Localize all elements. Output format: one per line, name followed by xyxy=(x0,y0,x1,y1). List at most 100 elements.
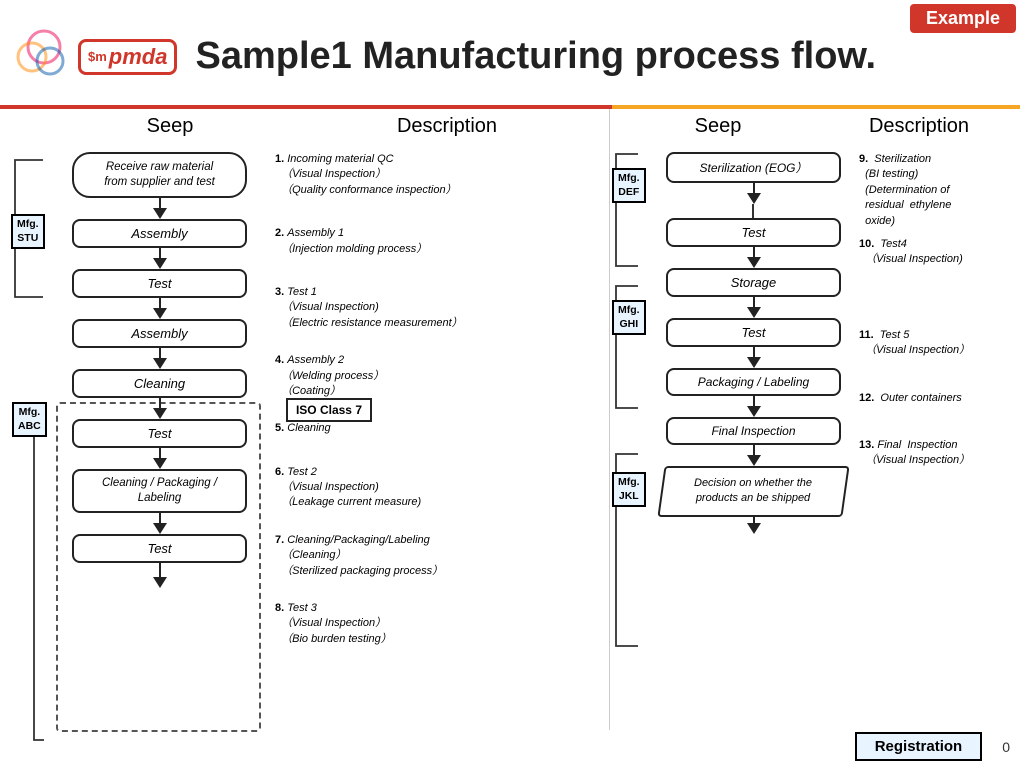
desc-num-8: 8. xyxy=(275,602,284,614)
step-packaging: Packaging / Labeling xyxy=(666,368,841,396)
desc-text-3: Test 1 （Visual Inspection) （Electric res… xyxy=(275,286,463,329)
step-test2: Test xyxy=(72,419,247,448)
arrow-down-3 xyxy=(153,308,167,319)
desc-text-7: Cleaning/Packaging/Labeling （Cleaning） （… xyxy=(275,534,443,577)
step-test3: Test xyxy=(72,534,247,563)
step-final-inspection-wrapper: Final Inspection xyxy=(656,417,851,466)
left-section: Seep Description Mfg.STU xyxy=(0,109,610,749)
r-arrow-line-1 xyxy=(753,183,755,193)
r-desc-text-12: Outer containers xyxy=(877,392,961,404)
step-decision-wrapper: Decision on whether theproducts an be sh… xyxy=(656,466,851,534)
right-flow-area: Mfg.DEF Mfg.GHI Mfg.JKL xyxy=(610,142,1020,749)
mfg-abc-label: Mfg.ABC xyxy=(12,402,47,437)
r-arrow-down-4 xyxy=(747,357,761,368)
step-cleaning-pkg: Cleaning / Packaging /Labeling xyxy=(72,469,247,513)
logo-circles xyxy=(12,29,72,84)
arrow-down-2 xyxy=(153,258,167,269)
r-bracket-gap1 xyxy=(656,204,851,218)
example-badge: Example xyxy=(910,4,1016,33)
r-arrow-line-6 xyxy=(753,445,755,455)
right-seep-header: Seep xyxy=(618,115,818,138)
step-test4: Test xyxy=(666,218,841,247)
step-storage-wrapper: Storage xyxy=(656,268,851,318)
registration-button[interactable]: Registration xyxy=(855,732,983,761)
desc-item-5: 5. Cleaning xyxy=(275,421,603,436)
right-desc-header: Description xyxy=(818,115,1020,138)
r-arrow-line-3 xyxy=(753,297,755,307)
arrow-line-5 xyxy=(159,398,161,408)
r-arrow-down-1 xyxy=(747,193,761,204)
arrow-line-7 xyxy=(159,513,161,523)
desc-text-8: Test 3 （Visual Inspection） （Bio burden t… xyxy=(275,602,392,645)
right-steps-col: Sterilization (EOG） Test xyxy=(656,142,851,749)
desc-text-4: Assembly 2 （Welding process） （Coating） xyxy=(275,354,384,397)
left-col-headers: Seep Description xyxy=(0,109,609,142)
desc-num-4: 4. xyxy=(275,354,284,366)
r-desc-item-10: 10. Test4 （Visual Inspection) xyxy=(859,237,1016,268)
arrow-line-3 xyxy=(159,298,161,308)
arrow-down-8 xyxy=(153,577,167,588)
r-arrow-line-5 xyxy=(753,396,755,406)
logo-area: $m pmda xyxy=(12,29,177,84)
step-decision: Decision on whether theproducts an be sh… xyxy=(657,466,849,517)
r-arrow-line-4 xyxy=(753,347,755,357)
mfg-stu-label: Mfg.STU xyxy=(11,214,45,249)
left-steps-col: ISO Class 7 Receive raw materialfrom sup… xyxy=(52,142,267,749)
arrow-down-5 xyxy=(153,408,167,419)
desc-text-1: Incoming material QC （Visual Inspection）… xyxy=(275,153,457,196)
r-desc-num-11: 11. xyxy=(859,329,874,341)
r-desc-num-9: 9. xyxy=(859,153,868,165)
page-header: $m pmda Sample1 Manufacturing process fl… xyxy=(0,0,1020,105)
step-receive: Receive raw materialfrom supplier and te… xyxy=(72,152,247,198)
step-test4-wrapper: Test xyxy=(656,218,851,268)
r-arrow-down-2 xyxy=(747,257,761,268)
step-assembly2-wrapper: Assembly xyxy=(52,319,267,369)
r-desc-text-13: Final Inspection （Visual Inspection） xyxy=(859,439,970,466)
r-desc-text-10: Test4 （Visual Inspection) xyxy=(859,238,963,265)
step-sterilization-wrapper: Sterilization (EOG） xyxy=(656,152,851,204)
desc-item-6: 6. Test 2 （Visual Inspection) （Leakage c… xyxy=(275,465,603,511)
arrow-line-8 xyxy=(159,563,161,577)
step-sterilization: Sterilization (EOG） xyxy=(666,152,841,183)
step-cleaning1: Cleaning xyxy=(72,369,247,398)
desc-text-6: Test 2 （Visual Inspection) （Leakage curr… xyxy=(275,466,421,509)
desc-item-1: 1. Incoming material QC （Visual Inspecti… xyxy=(275,152,603,198)
desc-num-7: 7. xyxy=(275,534,284,546)
r-desc-num-12: 12. xyxy=(859,392,874,404)
r-desc-item-13: 13. Final Inspection （Visual Inspection） xyxy=(859,438,1016,469)
desc-item-2: 2. Assembly 1 （Injection molding process… xyxy=(275,226,603,257)
arrow-line-6 xyxy=(159,448,161,458)
arrow-line-2 xyxy=(159,248,161,258)
r-arrow-down-6 xyxy=(747,455,761,466)
step-packaging-wrapper: Packaging / Labeling xyxy=(656,368,851,417)
r-arrow-down-7 xyxy=(747,523,761,534)
left-desc-col: 1. Incoming material QC （Visual Inspecti… xyxy=(267,142,609,749)
desc-item-3: 3. Test 1 （Visual Inspection) （Electric … xyxy=(275,285,603,331)
desc-item-4: 4. Assembly 2 （Welding process） （Coating… xyxy=(275,353,603,399)
left-desc-header: Description xyxy=(285,115,609,138)
left-seep-header: Seep xyxy=(55,115,285,138)
r-desc-item-11: 11. Test 5 （Visual Inspection） xyxy=(859,328,1016,359)
step-test5-wrapper: Test xyxy=(656,318,851,368)
desc-text-2: Assembly 1 （Injection molding process） xyxy=(275,227,427,254)
r-arrow-down-3 xyxy=(747,307,761,318)
step-test5: Test xyxy=(666,318,841,347)
arrow-down-1 xyxy=(153,208,167,219)
main-content: Seep Description Mfg.STU xyxy=(0,109,1020,749)
step-test1-wrapper: Test xyxy=(52,269,267,319)
right-mfg-col: Mfg.DEF Mfg.GHI Mfg.JKL xyxy=(610,142,656,749)
mfg-ghi-label: Mfg.GHI xyxy=(612,300,646,335)
r-desc-num-13: 13. xyxy=(859,439,874,451)
desc-item-8: 8. Test 3 （Visual Inspection） （Bio burde… xyxy=(275,601,603,647)
arrow-line-4 xyxy=(159,348,161,358)
right-col-headers: Seep Description xyxy=(610,109,1020,142)
r-desc-num-10: 10. xyxy=(859,238,874,250)
r-desc-text-11: Test 5 （Visual Inspection） xyxy=(859,329,970,356)
arrow-down-7 xyxy=(153,523,167,534)
r-desc-text-9: Sterilization (BI testing) (Determinatio… xyxy=(859,153,951,227)
r-arrow-line-2 xyxy=(753,247,755,257)
left-flow-area: Mfg.STU ISO Class 7 Receive raw material… xyxy=(0,142,609,749)
step-final-inspection: Final Inspection xyxy=(666,417,841,445)
pmda-text: pmda xyxy=(109,44,168,70)
desc-num-2: 2. xyxy=(275,227,284,239)
